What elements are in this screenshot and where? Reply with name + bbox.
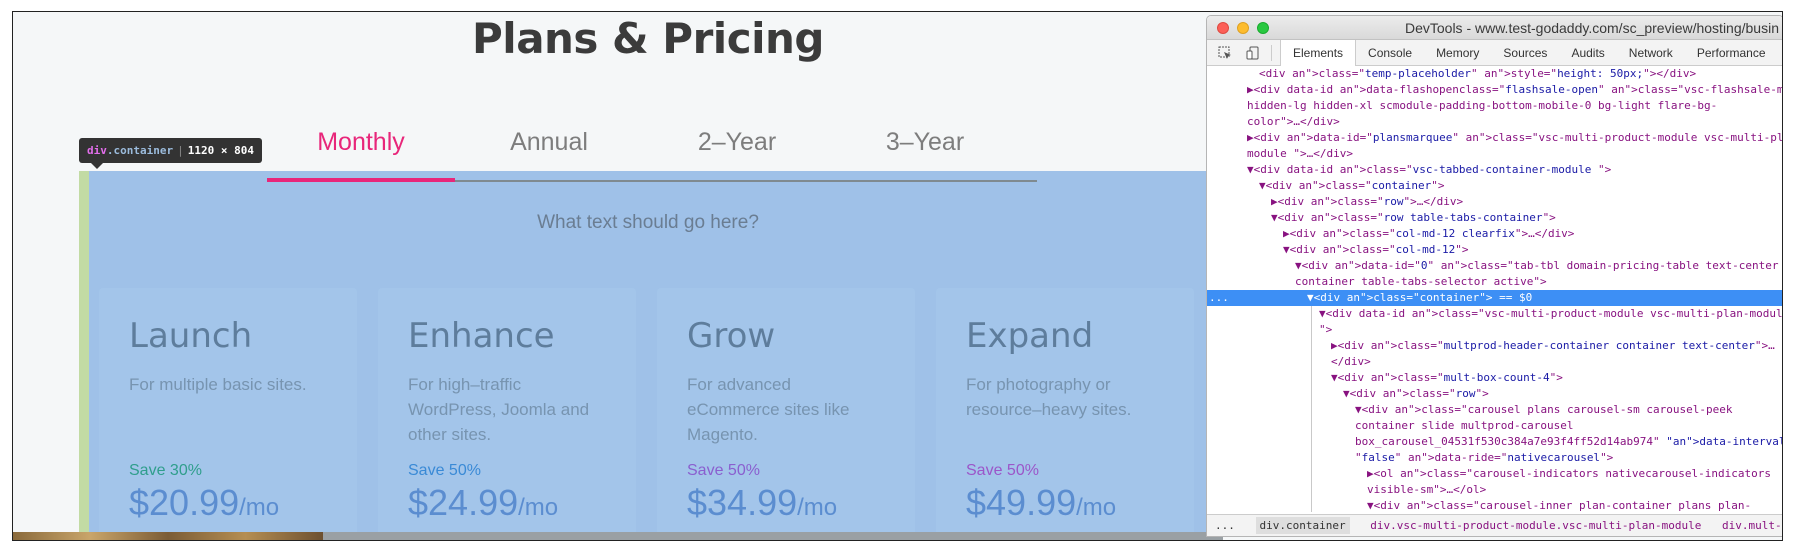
tab-monthly[interactable]: Monthly [267,110,455,182]
dom-tree-line[interactable]: ▶<div an">class="col-md-12 clearfix">…</… [1207,226,1782,242]
tooltip-tag: div [87,144,107,157]
elements-dom-tree: <div an">class="temp-placeholder" an">st… [1207,66,1783,512]
dom-tree-line: module ">…</div> [1247,147,1353,160]
tab-elements[interactable]: Elements [1280,39,1357,66]
tab-memory[interactable]: Memory [1424,40,1491,66]
dom-tree-line[interactable]: ▼<div data-id an">class="vsc-tabbed-cont… [1207,162,1782,178]
plan-description: For photography or resource–heavy sites. [966,375,1132,419]
dom-tree-line: color">…</div> [1247,115,1340,128]
devtools-window: DevTools - www.test-godaddy.com/sc_previ… [1206,15,1783,537]
dom-tree-line[interactable]: <div an">class="temp-placeholder" an">st… [1207,66,1782,82]
tab-performance[interactable]: Performance [1685,40,1778,66]
dom-tree-line: "false" an">data-ride="nativecarousel"> [1355,451,1614,464]
tab-console[interactable]: Console [1356,40,1424,66]
plan-price-period: /mo [1076,494,1117,521]
plan-price-amount: $34.99 [687,482,798,523]
dom-tree-line[interactable]: ▼<div an">class="carousel-inner plan-con… [1207,498,1782,512]
background-strip [323,532,1223,540]
plan-description: For high–traffic WordPress, Joomla and o… [408,375,590,444]
dom-tree-line[interactable]: ▶<div data-id an">data-flashopenclass="f… [1207,82,1782,98]
plan-name: Expand [966,316,1094,356]
plan-price: $49.99/mo [966,482,1164,524]
plan-name: Enhance [408,316,555,356]
toolbar-divider [1271,44,1272,61]
plan-price-period: /mo [797,494,838,521]
plan-card-enhance[interactable]: Enhance For high–traffic WordPress, Joom… [378,288,636,540]
devtools-title: DevTools - www.test-godaddy.com/sc_previ… [1404,20,1779,36]
billing-term-tabs: Monthly Annual 2–Year 3–Year [267,110,1037,182]
dom-tree-line: "> [1319,323,1333,336]
page-title: Plans & Pricing [472,14,824,63]
inspect-element-icon[interactable] [1215,43,1235,63]
plan-description: For advanced eCommerce sites like Magent… [687,375,850,444]
tab-annual[interactable]: Annual [455,110,643,180]
dom-tree-line[interactable]: ▼<div an">class="carousel plans carousel… [1207,402,1782,418]
dom-tree-line[interactable]: ▶<ol an">class="carousel-indicators nati… [1207,466,1782,482]
selected-dom-node[interactable]: ... ▼<div an">class="container"> == $0 [1207,290,1782,306]
dom-tree-line: visible-sm">…</ol> [1367,483,1487,496]
dom-tree-line[interactable]: ▼<div data-id an">class="vsc-multi-produ… [1207,306,1782,322]
section-subtitle: What text should go here? [537,212,759,233]
plan-savings: Save 50% [687,462,760,479]
tooltip-class: .container [106,144,174,157]
plan-price: $34.99/mo [687,482,885,524]
plan-price-period: /mo [239,494,280,521]
tab-network[interactable]: Network [1617,40,1685,66]
plan-savings: Save 30% [129,462,202,479]
tab-sources[interactable]: Sources [1491,40,1559,66]
plan-price-amount: $49.99 [966,482,1077,523]
dom-tree-line[interactable]: ▶<div an">class="multprod-header-contain… [1207,338,1782,354]
dom-tree-line[interactable]: ▶<div an">class="row">…</div> [1207,194,1782,210]
dom-tree-line: container table-tabs-selector active"> [1295,275,1547,288]
plan-card-grow[interactable]: Grow For advanced eCommerce sites like M… [657,288,915,540]
dom-tree-line: box_carousel_04531f530c384a7e93f4ff52d14… [1355,435,1783,448]
dom-tree-line[interactable]: ▼<div an">class="col-md-12"> [1207,242,1782,258]
plan-name: Launch [129,316,253,356]
plan-price: $24.99/mo [408,482,606,524]
dom-tree-line[interactable]: ▼<div an">class="row table-tabs-containe… [1207,210,1782,226]
plan-savings: Save 50% [408,462,481,479]
inspect-tooltip: div.container | 1120 × 804 [79,138,262,169]
plan-card-launch[interactable]: Launch For multiple basic sites. Save 30… [99,288,357,540]
dom-tree-line: hidden-lg hidden-xl scmodule-padding-bot… [1247,99,1718,112]
tab-audits[interactable]: Audits [1559,40,1616,66]
dom-tree-line[interactable]: ▼<div an">class="mult-box-count-4"> [1207,370,1782,386]
device-toggle-icon[interactable] [1243,43,1263,63]
tab-3-year[interactable]: 3–Year [831,110,1019,180]
elements-breadcrumb: ... div.container div.vsc-multi-product-… [1207,514,1782,536]
dom-tree-line[interactable]: ▶<div an">data-id="plansmarquee" an">cla… [1207,130,1782,146]
devtools-toolbar: Elements Console Memory Sources Audits N… [1207,39,1782,66]
plan-price-period: /mo [518,494,559,521]
devtools-titlebar: DevTools - www.test-godaddy.com/sc_previ… [1207,16,1782,40]
breadcrumb-item[interactable]: div.mult-box-count-4 [1722,519,1782,532]
breadcrumb-item[interactable]: div.vsc-multi-product-module.vsc-multi-p… [1370,519,1701,532]
dom-tree-line[interactable]: ▼<div an">class="row"> [1207,386,1782,402]
plan-price-amount: $24.99 [408,482,519,523]
dom-tree-line: </div> [1331,355,1371,368]
website-viewport: Plans & Pricing Monthly Annual 2–Year 3–… [13,12,1209,540]
breadcrumb-ellipsis[interactable]: ... [1215,519,1235,532]
plan-price-amount: $20.99 [129,482,240,523]
plan-card-expand[interactable]: Expand For photography or resource–heavy… [936,288,1194,540]
tooltip-dimensions: 1120 × 804 [187,144,254,157]
plan-description: For multiple basic sites. [129,375,307,394]
dom-tree-line[interactable]: ▼<div an">class="container"> [1207,178,1782,194]
plan-name: Grow [687,316,776,356]
plan-savings: Save 50% [966,462,1039,479]
plan-price: $20.99/mo [129,482,327,524]
dom-tree-line: container slide multprod-carousel [1355,419,1574,432]
breadcrumb-item[interactable]: div.container [1255,517,1350,534]
dom-tree-line[interactable]: ▼<div an">data-id="0" an">class="tab-tbl… [1207,258,1782,274]
background-image-strip [13,532,323,540]
tab-2-year[interactable]: 2–Year [643,110,831,180]
screenshot-frame: Plans & Pricing Monthly Annual 2–Year 3–… [12,11,1783,541]
